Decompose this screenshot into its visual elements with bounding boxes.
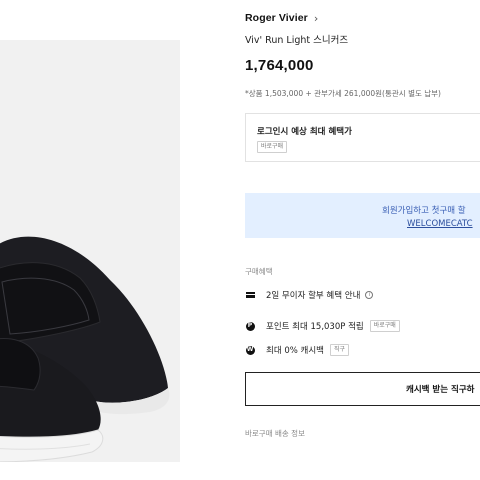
chevron-right-icon: › <box>313 11 319 25</box>
installment-benefit-text: 2일 무이자 할부 혜택 안내 <box>266 291 361 301</box>
cashback-icon: W <box>245 345 255 355</box>
product-title: Viv' Run Light 스니커즈 <box>245 35 349 46</box>
price-breakdown-note: *상품 1,503,000 + 관부가세 261,000원(통관시 별도 납부) <box>245 89 441 98</box>
point-icon: P <box>245 321 255 331</box>
max-benefit-price-box[interactable]: 로그인시 예상 최대 혜택가 바로구매 <box>245 113 480 162</box>
shipping-info-label: 바로구매 배송 정보 <box>245 429 305 438</box>
cashback-benefit-text: 최대 0% 캐시백 <box>266 346 324 356</box>
cashback-direct-buy-button[interactable]: 캐시백 받는 직구하 <box>245 372 480 406</box>
card-icon <box>245 290 255 300</box>
signup-coupon-banner[interactable]: 회원가입하고 첫구매 할 WELCOMECATC <box>245 193 480 238</box>
info-icon[interactable]: i <box>365 291 374 299</box>
product-image-gallery[interactable] <box>0 40 180 462</box>
brand-link[interactable]: Roger Vivier › <box>245 12 318 24</box>
overseas-buy-tag: 직구 <box>330 344 350 356</box>
max-benefit-price-title: 로그인시 예상 최대 혜택가 <box>257 127 352 137</box>
cashback-benefit-row: W 최대 0% 캐시백 직구 <box>245 344 350 356</box>
product-image <box>0 236 170 462</box>
coupon-code-link[interactable]: WELCOMECATC <box>407 219 473 229</box>
product-price: 1,764,000 <box>245 57 314 74</box>
points-benefit-row: P 포인트 최대 15,030P 적립 바로구매 <box>245 320 400 332</box>
direct-buy-tag: 바로구매 <box>257 141 288 153</box>
direct-buy-tag: 바로구매 <box>369 320 400 332</box>
brand-name: Roger Vivier <box>245 12 308 24</box>
signup-banner-text: 회원가입하고 첫구매 할 <box>382 206 466 216</box>
cashback-direct-buy-label: 캐시백 받는 직구하 <box>406 385 475 395</box>
points-benefit-text: 포인트 최대 15,030P 적립 <box>266 322 364 332</box>
installment-benefit-row[interactable]: 2일 무이자 할부 혜택 안내 i <box>245 289 374 301</box>
purchase-benefits-label: 구매혜택 <box>245 267 273 276</box>
